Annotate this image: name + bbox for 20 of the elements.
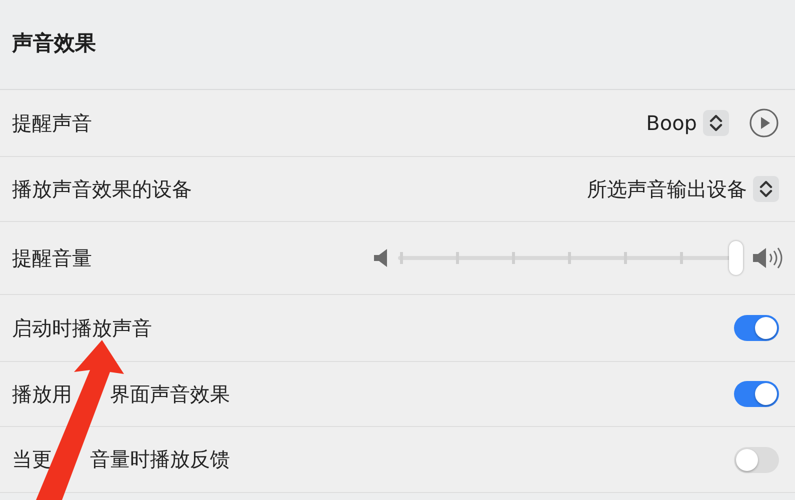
speaker-loud-icon — [753, 247, 783, 269]
toggle-switch[interactable] — [734, 381, 779, 407]
setting-label: 当更 — [12, 446, 52, 473]
popup-button[interactable]: 所选声音输出设备 — [587, 176, 779, 202]
setting-label: 音量时播放反馈 — [90, 446, 230, 473]
setting-label: 播放声音效果的设备 — [12, 176, 192, 202]
setting-label: 界面声音效果 — [110, 380, 230, 408]
setting-label: 提醒音量 — [12, 244, 92, 272]
speaker-icon — [374, 249, 388, 267]
setting-label: 提醒声音 — [12, 110, 92, 136]
popup-button[interactable]: Boop — [646, 110, 729, 136]
stepper-icon — [753, 176, 779, 202]
section-title: 声音效果 — [12, 30, 96, 56]
setting-label: 启动时播放声音 — [12, 314, 152, 342]
slider-thumb[interactable] — [729, 241, 743, 275]
toggle-switch[interactable] — [734, 315, 779, 341]
stepper-icon — [703, 110, 729, 136]
toggle-switch[interactable] — [734, 446, 779, 472]
play-icon[interactable] — [749, 108, 779, 138]
setting-label: 播放用 — [12, 380, 72, 408]
